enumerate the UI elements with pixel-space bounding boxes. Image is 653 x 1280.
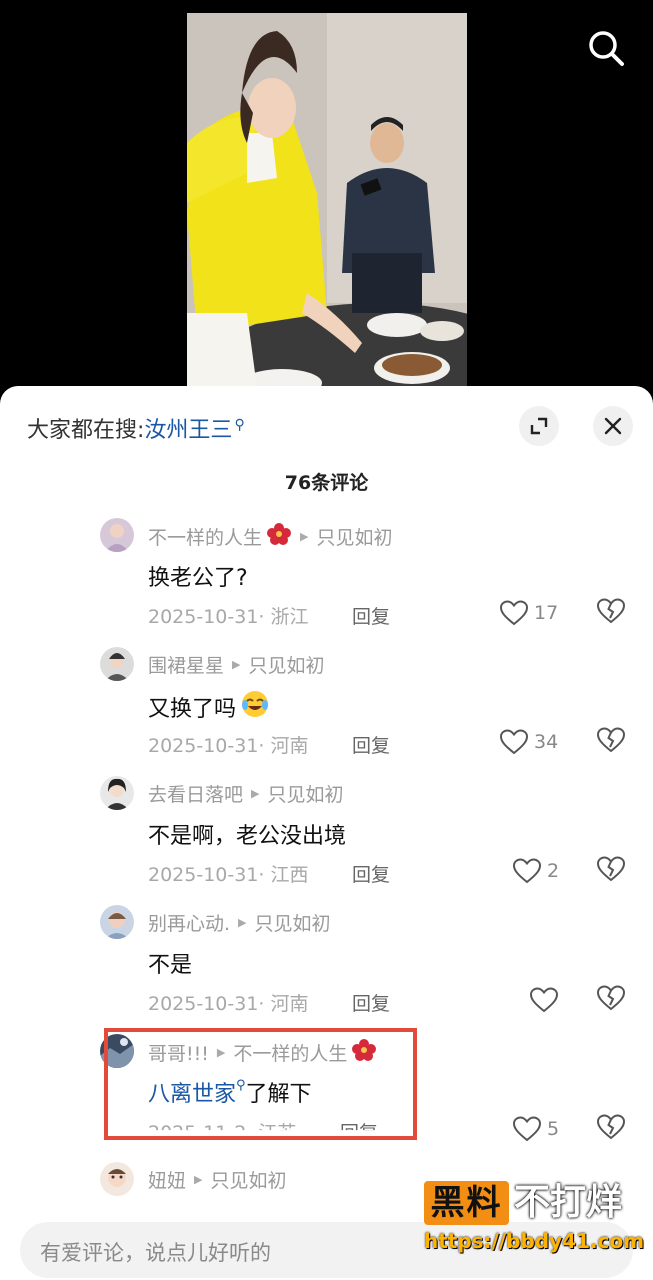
comment-count: 76条评论 bbox=[284, 472, 369, 494]
broken-heart-icon bbox=[596, 727, 626, 753]
reply-arrow-icon: ▶ bbox=[300, 530, 309, 543]
comment-reply-to[interactable]: 不一样的人生 bbox=[233, 1039, 347, 1066]
reply-arrow-icon: ▶ bbox=[238, 916, 247, 929]
comment-text: 又换了吗 bbox=[148, 689, 270, 725]
comment-date: 2025-10-31· 江西 bbox=[148, 864, 309, 886]
like-count: 17 bbox=[534, 602, 559, 624]
comment-item: 哥哥!!! ▶ 不一样的人生 八离世家 ⚲ 了解下 2025-11-2· 江苏 回复… bbox=[0, 1034, 653, 1163]
comment-date-text: 2025-11-2· 江苏 bbox=[148, 1122, 297, 1144]
reply-button[interactable]: 回复 bbox=[352, 989, 390, 1016]
comment-item: 围裙星星 ▶ 只见如初 又换了吗 2025-10-31· 河南 回复 34 bbox=[0, 647, 653, 776]
comment-text: 八离世家 ⚲ 了解下 bbox=[148, 1076, 312, 1108]
comment-reply-to[interactable]: 只见如初 bbox=[248, 651, 324, 678]
close-button[interactable] bbox=[593, 406, 633, 446]
flower-icon bbox=[351, 1038, 377, 1067]
comment-date: 2025-10-31· 河南 bbox=[148, 993, 309, 1015]
search-small-icon: ⚲ bbox=[236, 1078, 246, 1093]
reply-arrow-icon: ▶ bbox=[216, 1046, 226, 1059]
comment-item: 去看日落吧 ▶ 只见如初 不是啊，老公没出境 2025-10-31· 江西 回复… bbox=[0, 776, 653, 905]
heart-icon bbox=[500, 729, 528, 755]
comment-meta: 围裙星星 ▶ 只见如初 bbox=[148, 651, 325, 678]
comment-meta: 哥哥!!! ▶ 不一样的人生 bbox=[148, 1038, 377, 1067]
avatar[interactable] bbox=[100, 647, 134, 681]
comment-username[interactable]: 妞妞 bbox=[148, 1166, 186, 1193]
comment-text: 换老公了? bbox=[148, 566, 248, 591]
avatar[interactable] bbox=[100, 1162, 134, 1196]
video-player[interactable] bbox=[0, 0, 653, 400]
comment-meta: 去看日落吧 ▶ 只见如初 bbox=[148, 780, 344, 807]
comment-text: 不是啊，老公没出境 bbox=[148, 824, 347, 849]
comment-input-placeholder: 有爱评论，说点儿好听的 bbox=[40, 1241, 271, 1265]
comment-reply-to[interactable]: 只见如初 bbox=[316, 523, 392, 550]
comment-reply-to[interactable]: 只见如初 bbox=[210, 1166, 286, 1193]
broken-heart-icon bbox=[596, 598, 626, 624]
comment-username[interactable]: 不一样的人生 bbox=[148, 523, 262, 550]
flower-icon bbox=[266, 522, 292, 551]
comment-input[interactable]: 有爱评论，说点儿好听的 bbox=[20, 1222, 633, 1278]
comment-date: 2025-11-2· 江苏 bbox=[148, 1118, 297, 1144]
dislike-button[interactable] bbox=[596, 598, 627, 628]
comment-username[interactable]: 别再心动. bbox=[148, 909, 230, 936]
comment-item: 不一样的人生 ▶ 只见如初 换老公了? 2025-10-31· 浙江 回复 17 bbox=[0, 518, 653, 647]
reply-button[interactable]: 回复 bbox=[352, 731, 390, 758]
heart-icon bbox=[530, 987, 558, 1013]
comment-username[interactable]: 哥哥!!! bbox=[148, 1039, 209, 1066]
comment-date: 2025-10-31· 河南 bbox=[148, 735, 309, 757]
comment-meta: 妞妞 ▶ 只见如初 bbox=[148, 1166, 287, 1193]
dislike-button[interactable] bbox=[596, 856, 627, 886]
comment-text-body: 了解下 bbox=[245, 1082, 312, 1107]
avatar[interactable] bbox=[100, 905, 134, 939]
comment-username[interactable]: 围裙星星 bbox=[148, 651, 224, 678]
broken-heart-icon bbox=[596, 856, 626, 882]
hot-search-banner: 大家都在搜:汝州王三 ⚲ bbox=[27, 412, 245, 444]
like-count: 34 bbox=[534, 731, 559, 753]
comment-reply-to[interactable]: 只见如初 bbox=[267, 780, 343, 807]
crying-laugh-emoji-icon bbox=[240, 689, 270, 725]
comment-reply-to[interactable]: 只见如初 bbox=[255, 909, 331, 936]
reply-button[interactable]: 回复 bbox=[340, 1118, 378, 1130]
comments-sheet: 大家都在搜:汝州王三 ⚲ 76条评论 不一样的人生 ▶ 只见如初 换老公了? 2… bbox=[0, 386, 653, 1280]
comment-item: 别再心动. ▶ 只见如初 不是 2025-10-31· 河南 回复 bbox=[0, 905, 653, 1034]
avatar[interactable] bbox=[100, 518, 134, 552]
comment-search-link[interactable]: 八离世家 bbox=[148, 1076, 236, 1108]
like-count: 5 bbox=[547, 1118, 560, 1140]
like-button[interactable] bbox=[530, 985, 600, 1015]
reply-arrow-icon: ▶ bbox=[232, 658, 241, 671]
search-small-icon: ⚲ bbox=[234, 416, 245, 433]
like-button[interactable]: 34 bbox=[500, 727, 570, 757]
comment-text: 不是 bbox=[148, 953, 193, 978]
dislike-button[interactable] bbox=[596, 985, 627, 1015]
comment-meta: 别再心动. ▶ 只见如初 bbox=[148, 909, 331, 936]
heart-icon bbox=[513, 1116, 541, 1142]
close-icon bbox=[604, 417, 622, 435]
comments-header: 大家都在搜:汝州王三 ⚲ 76条评论 bbox=[0, 386, 653, 494]
broken-heart-icon bbox=[596, 1114, 626, 1140]
avatar[interactable] bbox=[100, 776, 134, 810]
broken-heart-icon bbox=[596, 985, 626, 1011]
expand-button[interactable] bbox=[519, 406, 559, 446]
comment-date: 2025-10-31· 浙江 bbox=[148, 606, 309, 628]
comment-meta: 不一样的人生 ▶ 只见如初 bbox=[148, 522, 393, 551]
like-count: 2 bbox=[547, 860, 560, 882]
avatar[interactable] bbox=[100, 1034, 134, 1068]
comment-username[interactable]: 去看日落吧 bbox=[148, 780, 243, 807]
dislike-button[interactable] bbox=[596, 727, 627, 757]
hot-search-prefix: 大家都在搜: bbox=[27, 418, 145, 443]
reply-button[interactable]: 回复 bbox=[352, 602, 390, 629]
heart-icon bbox=[500, 600, 528, 626]
like-button[interactable]: 17 bbox=[500, 598, 570, 628]
hot-search-keyword[interactable]: 汝州王三 bbox=[144, 418, 232, 443]
reply-arrow-icon: ▶ bbox=[194, 1173, 203, 1186]
dislike-button[interactable] bbox=[596, 1114, 627, 1144]
heart-icon bbox=[513, 858, 541, 884]
like-button[interactable]: 2 bbox=[513, 856, 583, 886]
comment-text-body: 又换了吗 bbox=[148, 697, 237, 722]
reply-arrow-icon: ▶ bbox=[251, 787, 260, 800]
expand-icon bbox=[530, 417, 548, 435]
video-frame[interactable] bbox=[187, 13, 467, 388]
search-icon[interactable] bbox=[586, 28, 626, 68]
like-button[interactable]: 5 bbox=[513, 1114, 583, 1144]
comment-item: 妞妞 ▶ 只见如初 bbox=[0, 1162, 653, 1222]
reply-button[interactable]: 回复 bbox=[352, 860, 390, 887]
